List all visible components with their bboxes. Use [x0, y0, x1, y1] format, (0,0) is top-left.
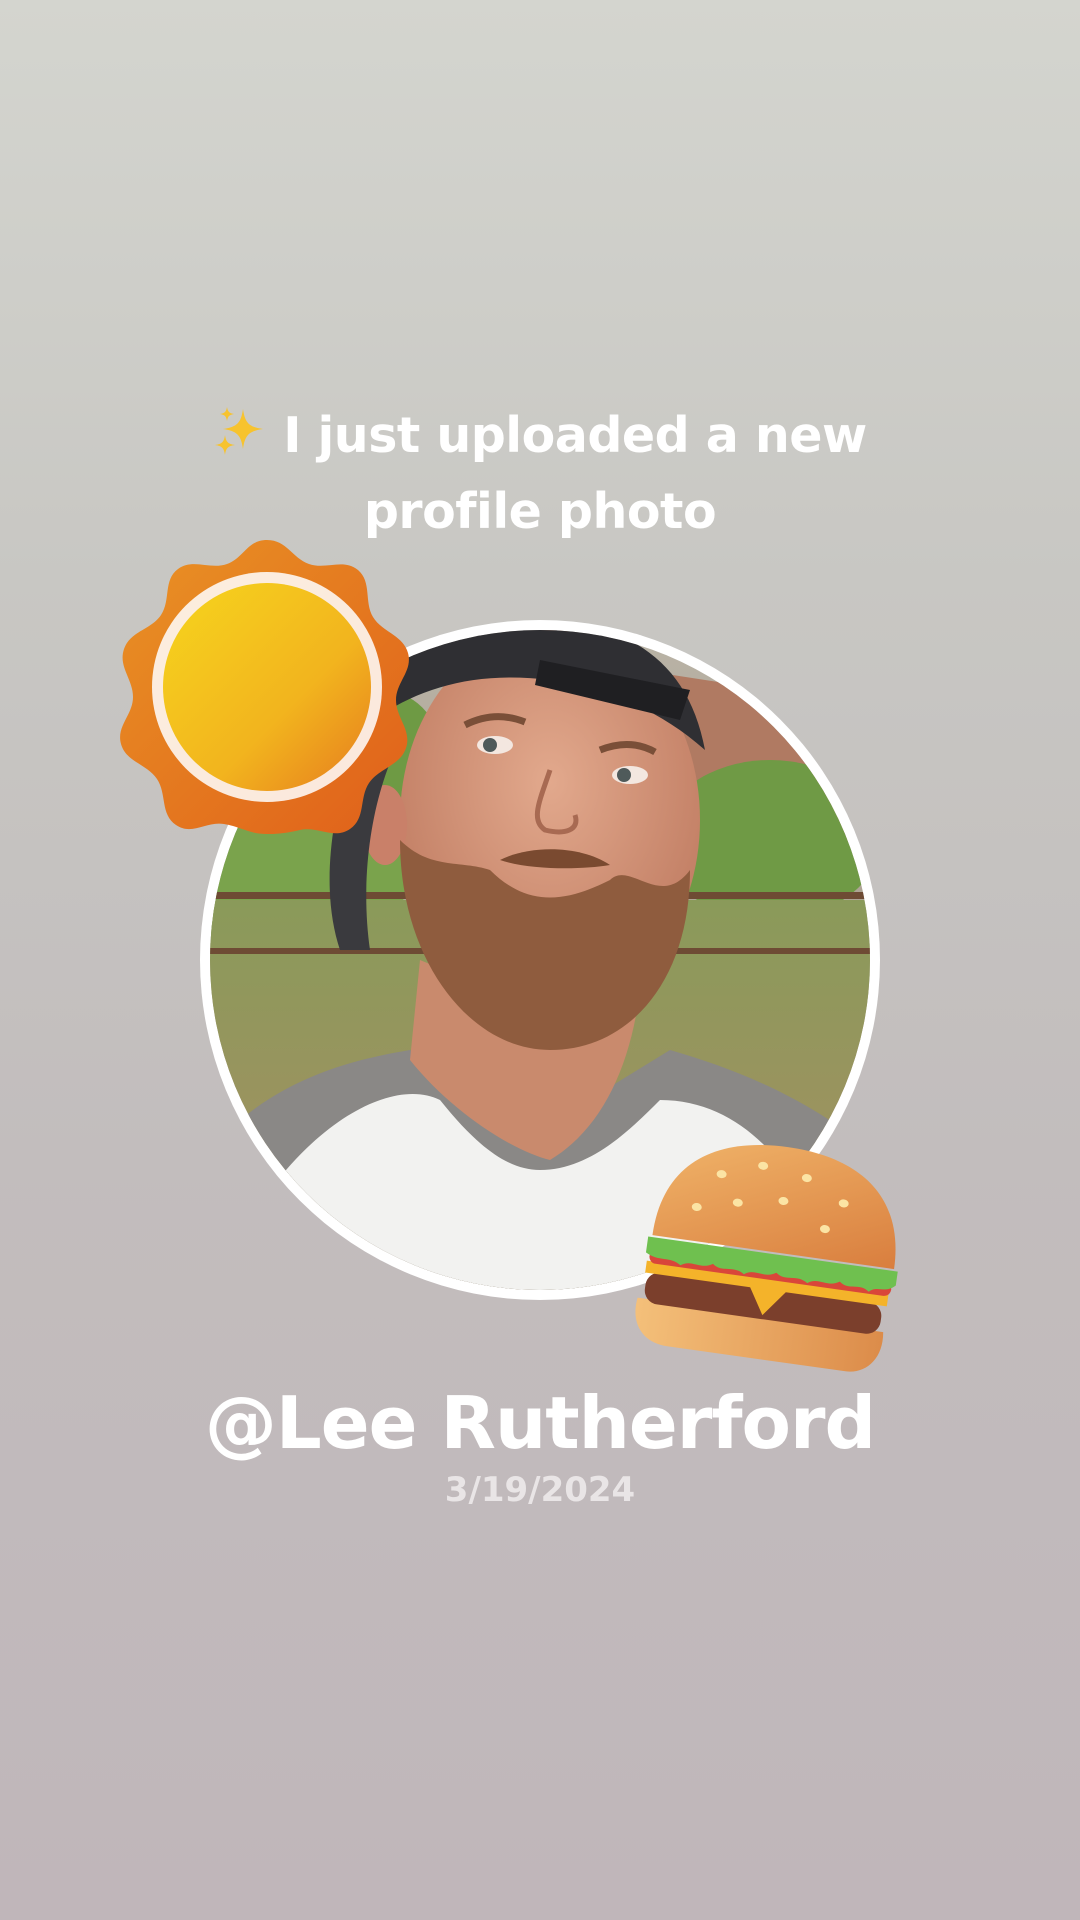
sparkles-icon: [213, 405, 267, 461]
username: @Lee Rutherford: [204, 1381, 876, 1465]
post-date: 3/19/2024: [444, 1470, 636, 1510]
headline-line-1-text: I just uploaded a new: [283, 407, 867, 464]
sun-icon: [112, 532, 422, 842]
headline-line-1: I just uploaded a new: [140, 398, 940, 474]
hamburger-icon: [630, 1138, 914, 1384]
headline: I just uploaded a new profile photo: [140, 398, 940, 550]
